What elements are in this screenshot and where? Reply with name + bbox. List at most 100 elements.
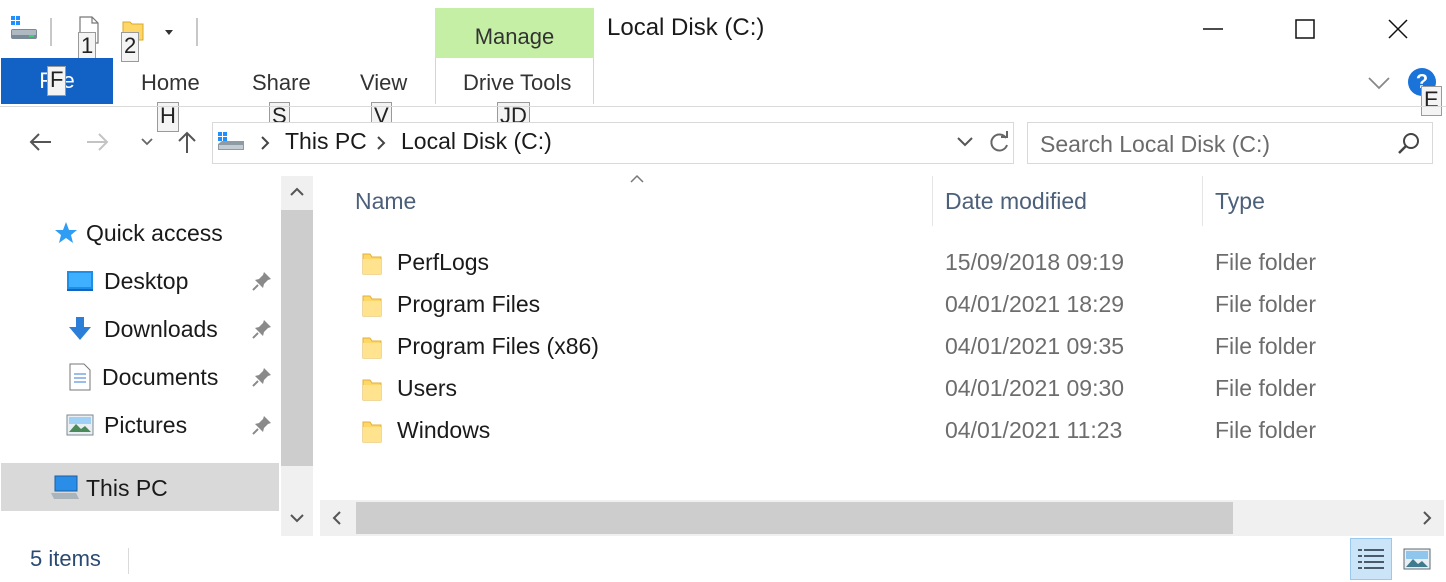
scroll-up-icon[interactable] bbox=[287, 184, 307, 200]
address-history-button[interactable] bbox=[954, 132, 976, 152]
forward-button[interactable] bbox=[83, 126, 113, 158]
search-box[interactable] bbox=[1027, 122, 1433, 164]
close-icon bbox=[1388, 19, 1408, 39]
breadcrumb-this-pc[interactable]: This PC bbox=[285, 128, 367, 155]
pictures-icon bbox=[66, 414, 94, 436]
scroll-right-icon[interactable] bbox=[1418, 508, 1436, 528]
pin-icon[interactable] bbox=[251, 270, 273, 292]
document-icon bbox=[69, 363, 91, 391]
tab-drive-tools[interactable]: Drive Tools bbox=[463, 70, 571, 96]
recent-locations-button[interactable] bbox=[132, 126, 162, 158]
folder-icon bbox=[362, 379, 382, 401]
status-separator bbox=[128, 548, 129, 574]
folder-icon bbox=[362, 421, 382, 443]
sidebar-item-label: Desktop bbox=[104, 267, 189, 294]
sidebar-item-label: Downloads bbox=[104, 315, 218, 342]
sidebar-item-this-pc[interactable]: This PC bbox=[50, 465, 168, 511]
refresh-icon bbox=[990, 131, 1008, 152]
file-name: Users bbox=[397, 375, 458, 401]
up-button[interactable] bbox=[172, 126, 202, 158]
desktop-icon bbox=[67, 271, 93, 291]
file-date: 15/09/2018 09:19 bbox=[945, 249, 1125, 275]
toolbar-separator bbox=[196, 18, 198, 46]
details-view-icon bbox=[1358, 549, 1384, 569]
breadcrumb-separator-icon[interactable] bbox=[374, 134, 388, 152]
chevron-down-icon bbox=[1368, 77, 1390, 90]
chevron-down-icon bbox=[957, 137, 973, 147]
chevron-down-icon bbox=[141, 138, 153, 146]
sidebar-item-quick-access[interactable]: Quick access bbox=[54, 210, 223, 256]
column-header-date-modified[interactable]: Date modified bbox=[945, 188, 1087, 215]
horizontal-scrollbar-thumb[interactable] bbox=[356, 502, 1233, 534]
folder-icon bbox=[362, 295, 382, 317]
file-name: Program Files bbox=[397, 291, 541, 317]
expand-ribbon-button[interactable] bbox=[1366, 72, 1392, 94]
file-name: Program Files (x86) bbox=[397, 333, 599, 359]
sidebar-item-label: Documents bbox=[102, 363, 219, 390]
back-button[interactable] bbox=[25, 126, 55, 158]
file-row-perflogs[interactable]: PerfLogs 15/09/2018 09:19 File folder bbox=[355, 242, 1435, 284]
file-type: File folder bbox=[1215, 249, 1316, 275]
sidebar-scrollbar-thumb[interactable] bbox=[281, 210, 313, 466]
manage-contextual-tab[interactable]: Manage bbox=[435, 8, 594, 58]
pin-icon[interactable] bbox=[251, 414, 273, 436]
customize-toolbar-icon[interactable] bbox=[162, 26, 176, 38]
scroll-left-icon[interactable] bbox=[328, 508, 346, 528]
tab-home[interactable]: Home bbox=[141, 70, 200, 96]
pin-icon[interactable] bbox=[251, 366, 273, 388]
file-name: Windows bbox=[397, 417, 491, 443]
tab-share[interactable]: Share bbox=[252, 70, 311, 96]
sidebar-item-pictures[interactable]: Pictures bbox=[66, 402, 187, 448]
column-divider[interactable] bbox=[1202, 176, 1203, 226]
download-arrow-icon bbox=[69, 317, 91, 340]
toolbar-separator bbox=[50, 18, 52, 46]
sort-ascending-icon bbox=[628, 172, 646, 184]
close-button[interactable] bbox=[1351, 0, 1445, 58]
large-icons-view-icon bbox=[1403, 548, 1431, 570]
breadcrumb-local-disk[interactable]: Local Disk (C:) bbox=[401, 128, 552, 155]
tab-view[interactable]: View bbox=[360, 70, 407, 96]
drive-icon[interactable] bbox=[9, 16, 39, 44]
file-row-program-files-x86[interactable]: Program Files (x86) 04/01/2021 09:35 Fil… bbox=[355, 326, 1435, 368]
sidebar-item-documents[interactable]: Documents bbox=[68, 354, 218, 400]
window-title: Local Disk (C:) bbox=[607, 14, 765, 41]
sidebar-item-downloads[interactable]: Downloads bbox=[66, 306, 218, 352]
column-header-type[interactable]: Type bbox=[1215, 188, 1265, 215]
maximize-icon bbox=[1295, 19, 1315, 39]
sidebar-item-label: Pictures bbox=[104, 411, 188, 438]
search-icon[interactable] bbox=[1396, 131, 1422, 157]
file-type: File folder bbox=[1215, 417, 1316, 443]
file-name: PerfLogs bbox=[397, 249, 490, 275]
arrow-left-icon bbox=[29, 133, 51, 151]
file-row-windows[interactable]: Windows 04/01/2021 11:23 File folder bbox=[355, 410, 1435, 452]
file-type: File folder bbox=[1215, 375, 1316, 401]
column-divider[interactable] bbox=[932, 176, 933, 226]
keytip-file: F bbox=[47, 66, 67, 96]
search-input[interactable] bbox=[1040, 130, 1380, 158]
folder-icon bbox=[362, 337, 382, 359]
sidebar-item-desktop[interactable]: Desktop bbox=[66, 258, 188, 304]
column-header-name[interactable]: Name bbox=[355, 188, 416, 215]
arrow-up-icon bbox=[178, 131, 196, 153]
minimize-icon bbox=[1203, 28, 1223, 30]
file-date: 04/01/2021 18:29 bbox=[945, 291, 1125, 317]
minimize-button[interactable] bbox=[1166, 0, 1260, 58]
file-type: File folder bbox=[1215, 291, 1316, 317]
file-type: File folder bbox=[1215, 333, 1316, 359]
breadcrumb-separator-icon[interactable] bbox=[258, 134, 272, 152]
large-icons-view-button[interactable] bbox=[1396, 538, 1438, 580]
folder-icon bbox=[362, 253, 382, 275]
file-date: 04/01/2021 09:30 bbox=[945, 375, 1125, 401]
scroll-down-icon[interactable] bbox=[287, 510, 307, 526]
arrow-right-icon bbox=[87, 133, 109, 151]
maximize-button[interactable] bbox=[1258, 0, 1352, 58]
refresh-button[interactable] bbox=[986, 130, 1012, 156]
drive-location-icon bbox=[216, 130, 246, 154]
details-view-button[interactable] bbox=[1350, 538, 1392, 580]
sidebar-item-label: This PC bbox=[86, 474, 168, 501]
file-row-users[interactable]: Users 04/01/2021 09:30 File folder bbox=[355, 368, 1435, 410]
pin-icon[interactable] bbox=[251, 318, 273, 340]
file-date: 04/01/2021 09:35 bbox=[945, 333, 1125, 359]
file-row-program-files[interactable]: Program Files 04/01/2021 18:29 File fold… bbox=[355, 284, 1435, 326]
ribbon-divider bbox=[0, 106, 1446, 107]
